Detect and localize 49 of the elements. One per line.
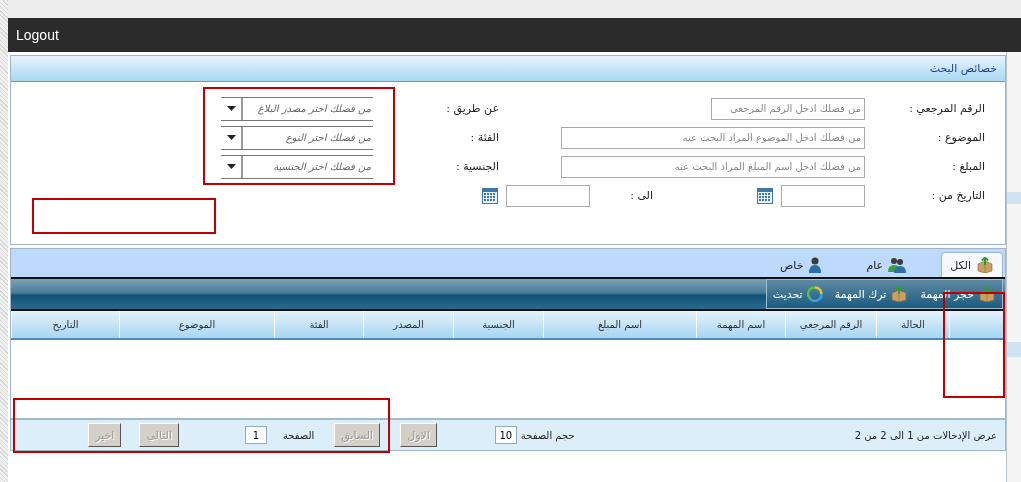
field-label: الجنسية : <box>454 160 499 173</box>
dropdown-arrow-icon <box>226 164 236 169</box>
field-label: الى : <box>630 189 653 202</box>
tab[interactable]: الكل <box>941 252 1003 277</box>
field-label: الفئة : <box>469 131 499 144</box>
page-size-label: حجم الصفحة <box>520 429 575 441</box>
input-field[interactable]: من فضلك ادخل اسم المبلغ المراد البحث عنه <box>561 155 865 178</box>
logout-link[interactable]: Logout <box>16 27 59 43</box>
dropdown[interactable]: من فضلك اختر الجنسية <box>221 154 373 179</box>
column-header[interactable]: الرقم المرجعي <box>785 311 876 338</box>
users-icon <box>888 257 907 273</box>
calendar-icon[interactable] <box>482 187 499 204</box>
dropdown-arrow-icon <box>226 135 236 140</box>
column-header[interactable]: اسم المبلغ <box>543 311 696 338</box>
tab[interactable]: خاص <box>771 252 832 277</box>
field-label: المبلغ : <box>951 160 985 173</box>
box-icon <box>978 286 996 302</box>
box-icon <box>976 257 994 273</box>
input-field[interactable]: من فضلك ادخل الموضوع المراد البحث عنه <box>561 126 865 149</box>
column-header[interactable]: الفئة <box>274 311 363 338</box>
field-label: الموضوع : <box>936 131 985 144</box>
field-label: التاريخ من : <box>930 189 985 202</box>
column-header[interactable]: الحالة <box>876 311 949 338</box>
field-label: الرقم المرجعي : <box>908 102 985 115</box>
column-header[interactable]: الجنسية <box>453 311 543 338</box>
column-header[interactable]: المصدر <box>363 311 453 338</box>
column-header[interactable]: الموضوع <box>119 311 274 338</box>
refresh-icon <box>806 286 823 302</box>
date-field[interactable] <box>781 184 865 207</box>
toolbar-button[interactable]: تحديث <box>772 286 823 302</box>
column-header[interactable]: اسم المهمة <box>696 311 785 338</box>
input-field[interactable]: من فضلك ادخل الرقم المرجعي <box>711 97 865 120</box>
tab[interactable]: عام <box>857 252 916 277</box>
box-icon <box>890 286 909 302</box>
page-label: الصفحة <box>283 429 315 441</box>
dropdown[interactable]: من فضلك اختر النوع <box>221 125 373 150</box>
dropdown[interactable]: من فضلك اختر مصدر البلاغ <box>221 96 373 121</box>
panel-title: خصائص البحث <box>929 62 997 75</box>
pager-status: عرض الإدخالات من 1 الى 2 من 2 <box>854 429 997 441</box>
user-icon <box>808 257 823 273</box>
calendar-icon[interactable] <box>757 187 773 204</box>
toolbar-button[interactable]: ترك المهمة <box>834 286 909 302</box>
page-number-field[interactable]: 1 <box>245 426 267 444</box>
field-label: عن طريق : <box>445 102 499 115</box>
column-header[interactable] <box>949 311 1005 338</box>
column-header[interactable]: التاريخ <box>11 311 119 338</box>
page-size-field[interactable]: 10 <box>494 426 517 444</box>
dropdown-arrow-icon <box>226 106 236 111</box>
date-field[interactable] <box>506 184 591 207</box>
